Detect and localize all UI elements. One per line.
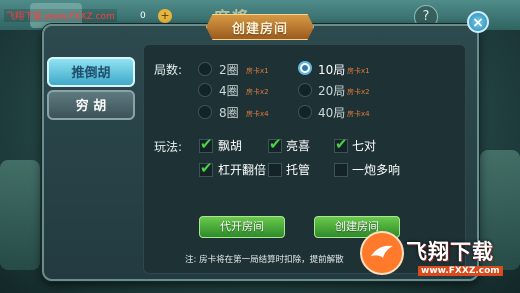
add-coin-button[interactable]: + <box>158 9 172 23</box>
watermark-url: www.FXXZ.com <box>418 266 503 276</box>
option-40-games[interactable]: 40局 <box>318 104 345 121</box>
checkbox-liangxi[interactable] <box>268 135 282 153</box>
coin-count: 0 <box>140 11 146 21</box>
close-button[interactable]: × <box>467 11 489 33</box>
radio-4-rounds[interactable] <box>198 83 212 97</box>
checkbox-auto-play[interactable] <box>268 163 282 177</box>
option-8-rounds-cost: 房卡x4 <box>246 110 269 118</box>
option-4-rounds-cost: 房卡x2 <box>246 88 269 96</box>
watermark-logo <box>360 231 404 275</box>
option-10-games[interactable]: 10局 <box>318 61 345 78</box>
rule-auto-play[interactable]: 托管 <box>286 161 310 178</box>
radio-40-games[interactable] <box>298 105 312 119</box>
option-8-rounds[interactable]: 8圈 <box>219 104 239 121</box>
checkbox-gangkai-double[interactable] <box>199 159 213 177</box>
option-40-games-cost: 房卡x4 <box>347 110 370 118</box>
rule-gangkai-double[interactable]: 杠开翻倍 <box>218 161 266 178</box>
rule-liangxi[interactable]: 亮喜 <box>286 137 310 154</box>
room-card-note: 注: 房卡将在第一局结算时扣除，提前解散 <box>185 255 344 265</box>
radio-10-games[interactable] <box>298 61 312 75</box>
option-2-rounds[interactable]: 2圈 <box>219 61 239 78</box>
radio-8-rounds[interactable] <box>198 105 212 119</box>
watermark-top-text: 飞翔下载 www.FXXZ.com <box>4 9 117 22</box>
rule-piaohu[interactable]: 飘胡 <box>218 137 242 154</box>
rules-label: 玩法: <box>154 140 183 154</box>
background-table-left <box>0 160 40 270</box>
proxy-open-room-button[interactable]: 代开房间 <box>199 216 285 238</box>
watermark-brand: 飞翔下载 <box>406 240 494 264</box>
rule-multi-win[interactable]: 一炮多响 <box>352 161 400 178</box>
bird-logo-icon <box>371 245 393 258</box>
tab-tuidaohu[interactable]: 推倒胡 <box>47 57 135 87</box>
option-4-rounds[interactable]: 4圈 <box>219 82 239 99</box>
rounds-label: 局数: <box>154 63 183 77</box>
radio-20-games[interactable] <box>298 83 312 97</box>
checkbox-piaohu[interactable] <box>199 135 213 153</box>
option-20-games-cost: 房卡x2 <box>347 88 370 96</box>
checkbox-qidui[interactable] <box>334 135 348 153</box>
dialog-title: 创建房间 <box>206 14 314 40</box>
tab-qionghu[interactable]: 穷 胡 <box>47 90 135 120</box>
option-10-games-cost: 房卡x1 <box>347 67 370 75</box>
option-20-games[interactable]: 20局 <box>318 82 345 99</box>
option-2-rounds-cost: 房卡x1 <box>246 67 269 75</box>
checkbox-multi-win[interactable] <box>334 163 348 177</box>
radio-2-rounds[interactable] <box>198 62 212 76</box>
rule-qidui[interactable]: 七对 <box>352 137 376 154</box>
